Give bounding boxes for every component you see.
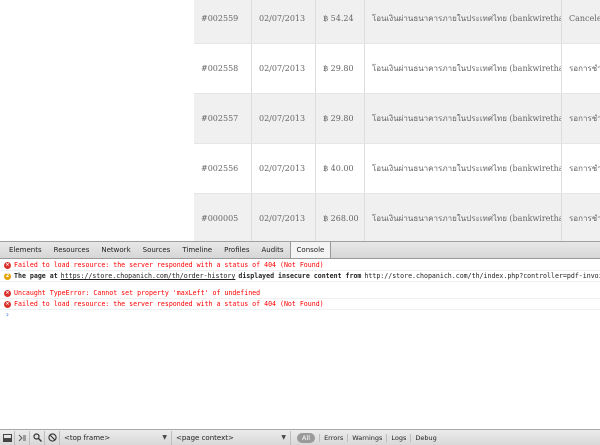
table-row[interactable]: #000005 02/07/2013 ฿ 268.00 โอนเงินผ่านธ… [194, 193, 600, 241]
drawer-icon[interactable] [15, 430, 30, 445]
context-select[interactable]: <page context> ▼ [172, 430, 291, 445]
console-message-text: displayed insecure content from [238, 272, 362, 280]
chevron-down-icon: ▼ [162, 434, 167, 441]
filter-errors[interactable]: Errors [319, 433, 347, 442]
order-history-table: #002559 02/07/2013 ฿ 54.24 โอนเงินผ่านธน… [194, 0, 600, 241]
order-total: ฿ 268.00 [315, 193, 365, 241]
console-message-error: × Failed to load resource: the server re… [0, 299, 600, 310]
order-date: 02/07/2013 [251, 93, 316, 144]
order-status: Canceled [561, 0, 600, 44]
table-row[interactable]: #002559 02/07/2013 ฿ 54.24 โอนเงินผ่านธน… [194, 0, 600, 44]
tab-sources[interactable]: Sources [137, 242, 177, 258]
dock-icon[interactable] [0, 430, 15, 445]
filter-warnings[interactable]: Warnings [347, 433, 386, 442]
console-message-warning: 2 The page at https://store.chopanich.co… [0, 271, 600, 282]
order-payment: โอนเงินผ่านธนาคารภายในประเทศไทย (bankwir… [364, 0, 562, 44]
tab-profiles[interactable]: Profiles [218, 242, 255, 258]
frame-select-value: <top frame> [64, 433, 111, 442]
order-total: ฿ 54.24 [315, 0, 365, 44]
context-select-value: <page context> [176, 433, 234, 442]
page-content: #002559 02/07/2013 ฿ 54.24 โอนเงินผ่านธน… [0, 0, 600, 241]
console-output: × Failed to load resource: the server re… [0, 259, 600, 320]
order-reference[interactable]: #000005 [194, 193, 252, 241]
table-row[interactable]: #002557 02/07/2013 ฿ 29.80 โอนเงินผ่านธน… [194, 93, 600, 144]
console-link[interactable]: https://store.chopanich.com/th/order-his… [61, 272, 236, 280]
tab-network[interactable]: Network [95, 242, 136, 258]
console-message-text: Uncaught TypeError: Cannot set property … [14, 289, 261, 297]
filter-logs[interactable]: Logs [386, 433, 410, 442]
left-panel [0, 0, 195, 111]
devtools-statusbar: <top frame> ▼ <page context> ▼ All Error… [0, 429, 600, 445]
table-row[interactable]: #002556 02/07/2013 ฿ 40.00 โอนเงินผ่านธน… [194, 143, 600, 194]
console-message-text: Failed to load resource: the server resp… [14, 261, 324, 269]
error-icon: × [4, 261, 11, 269]
filter-all[interactable]: All [297, 432, 316, 443]
order-date: 02/07/2013 [251, 43, 316, 94]
order-history-table-wrap: #002559 02/07/2013 ฿ 54.24 โอนเงินผ่านธน… [194, 0, 600, 241]
order-reference[interactable]: #002558 [194, 43, 252, 94]
error-icon: × [4, 289, 11, 297]
console-message-error: × Failed to load resource: the server re… [0, 260, 600, 271]
order-date: 02/07/2013 [251, 143, 316, 194]
devtools-panel: Elements Resources Network Sources Timel… [0, 241, 600, 445]
order-reference[interactable]: #002557 [194, 93, 252, 144]
console-url: http://store.chopanich.com/th/index.php?… [364, 272, 600, 280]
order-reference[interactable]: #002556 [194, 143, 252, 194]
filter-debug[interactable]: Debug [410, 433, 440, 442]
order-total: ฿ 29.80 [315, 93, 365, 144]
console-message-error: × Uncaught TypeError: Cannot set propert… [0, 288, 600, 299]
frame-select[interactable]: <top frame> ▼ [60, 430, 172, 445]
order-reference[interactable]: #002559 [194, 0, 252, 44]
order-payment: โอนเงินผ่านธนาคารภายในประเทศไทย (bankwir… [364, 193, 562, 241]
error-icon: × [4, 300, 11, 308]
order-payment: โอนเงินผ่านธนาคารภายในประเทศไทย (bankwir… [364, 143, 562, 194]
tab-resources[interactable]: Resources [48, 242, 96, 258]
order-date: 02/07/2013 [251, 193, 316, 241]
order-total: ฿ 29.80 [315, 43, 365, 94]
console-prompt[interactable]: › [0, 310, 600, 320]
tab-audits[interactable]: Audits [256, 242, 290, 258]
order-total: ฿ 40.00 [315, 143, 365, 194]
order-status: รอการชำระ [561, 193, 600, 241]
order-status: รอการชำระ [561, 93, 600, 144]
console-message-text: Failed to load resource: the server resp… [14, 300, 324, 308]
tab-elements[interactable]: Elements [3, 242, 48, 258]
console-message-text: The page at [14, 272, 58, 280]
tab-console[interactable]: Console [289, 242, 332, 258]
search-icon[interactable] [30, 430, 45, 445]
order-status: รอการชำระ [561, 143, 600, 194]
tab-timeline[interactable]: Timeline [176, 242, 218, 258]
order-date: 02/07/2013 [251, 0, 316, 44]
order-payment: โอนเงินผ่านธนาคารภายในประเทศไทย (bankwir… [364, 43, 562, 94]
chevron-down-icon: ▼ [281, 434, 286, 441]
table-row[interactable]: #002558 02/07/2013 ฿ 29.80 โอนเงินผ่านธน… [194, 43, 600, 94]
warning-icon: 2 [4, 272, 11, 280]
clear-console-icon[interactable] [45, 430, 60, 445]
order-status: รอการชำระ [561, 43, 600, 94]
order-payment: โอนเงินผ่านธนาคารภายในประเทศไทย (bankwir… [364, 93, 562, 144]
devtools-tabbar: Elements Resources Network Sources Timel… [0, 241, 600, 259]
